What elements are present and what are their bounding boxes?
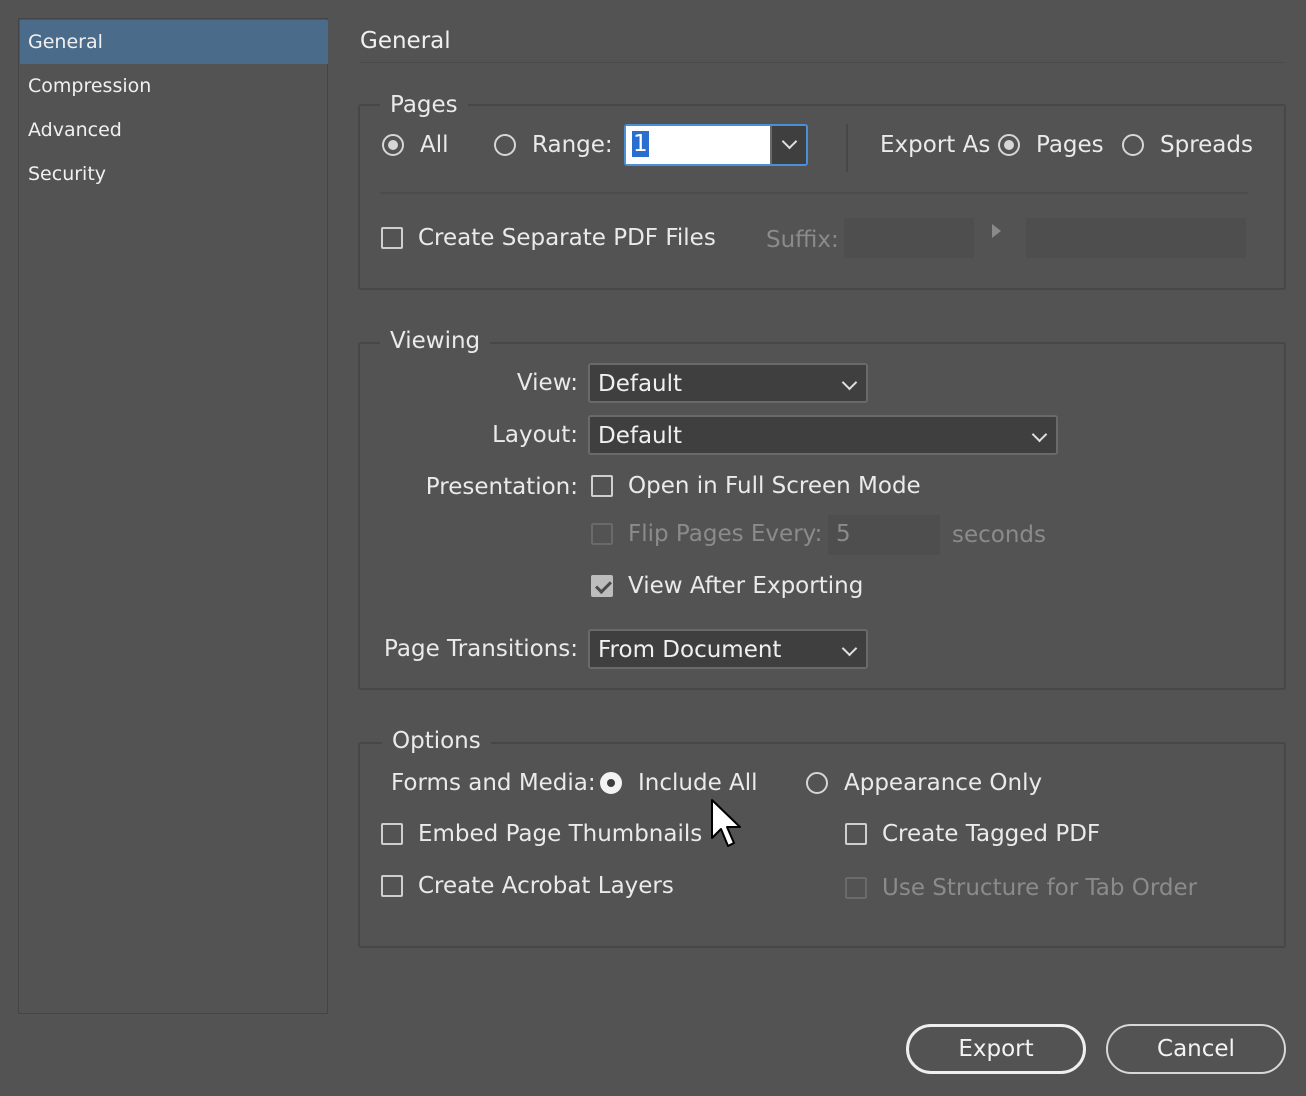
fullscreen-checkbox[interactable] bbox=[591, 475, 613, 497]
layout-dropdown[interactable]: Default bbox=[588, 415, 1058, 455]
chevron-down-icon bbox=[841, 640, 858, 657]
view-after-label: View After Exporting bbox=[628, 573, 864, 599]
tagged-pdf-checkbox[interactable] bbox=[845, 823, 867, 845]
all-label: All bbox=[420, 132, 449, 158]
view-label: View: bbox=[516, 370, 578, 396]
appearance-only-label: Appearance Only bbox=[844, 770, 1043, 796]
flip-seconds-input[interactable]: 5 bbox=[828, 515, 940, 555]
layout-label: Layout: bbox=[492, 422, 578, 448]
include-all-label: Include All bbox=[638, 770, 758, 796]
range-label: Range: bbox=[532, 132, 613, 158]
forms-media-label: Forms and Media: bbox=[391, 770, 596, 796]
include-all-radio[interactable] bbox=[600, 772, 622, 794]
separate-pdf-label: Create Separate PDF Files bbox=[418, 225, 716, 251]
chevron-down-icon bbox=[841, 374, 858, 391]
sidebar: General Compression Advanced Security bbox=[18, 18, 328, 1014]
range-radio[interactable] bbox=[494, 134, 516, 156]
sidebar-item-general[interactable]: General bbox=[20, 20, 328, 64]
thumbnails-checkbox[interactable] bbox=[381, 823, 403, 845]
presentation-label: Presentation: bbox=[425, 474, 578, 500]
page-title: General bbox=[360, 28, 451, 54]
separator bbox=[846, 124, 848, 172]
spreads-radio[interactable] bbox=[1122, 134, 1144, 156]
pages-group bbox=[358, 104, 1286, 290]
thumbnails-label: Embed Page Thumbnails bbox=[418, 821, 703, 847]
range-dropdown-button[interactable] bbox=[770, 126, 806, 164]
range-value: 1 bbox=[632, 131, 649, 157]
viewing-legend: Viewing bbox=[380, 328, 491, 354]
tab-order-checkbox[interactable] bbox=[845, 877, 867, 899]
flip-seconds-value: 5 bbox=[836, 521, 851, 547]
title-divider bbox=[360, 62, 1285, 63]
pages-divider bbox=[380, 192, 1248, 194]
suffix-input[interactable] bbox=[844, 218, 974, 258]
sidebar-item-compression[interactable]: Compression bbox=[20, 64, 328, 108]
tagged-pdf-label: Create Tagged PDF bbox=[882, 821, 1101, 847]
mouse-cursor-icon bbox=[711, 799, 741, 847]
triangle-right-icon[interactable] bbox=[992, 224, 1001, 238]
suffix-label: Suffix: bbox=[766, 227, 839, 253]
transitions-value: From Document bbox=[598, 637, 782, 663]
cancel-button[interactable]: Cancel bbox=[1106, 1024, 1286, 1074]
sidebar-item-advanced[interactable]: Advanced bbox=[20, 108, 328, 152]
acrobat-layers-label: Create Acrobat Layers bbox=[418, 873, 674, 899]
pages-radio-label: Pages bbox=[1036, 132, 1104, 158]
view-value: Default bbox=[598, 371, 683, 397]
chevron-down-icon bbox=[1031, 426, 1048, 443]
sidebar-item-security[interactable]: Security bbox=[20, 152, 328, 196]
range-input[interactable]: 1 bbox=[626, 126, 770, 164]
pages-radio[interactable] bbox=[998, 134, 1020, 156]
range-combo[interactable]: 1 bbox=[624, 124, 808, 166]
spreads-label: Spreads bbox=[1160, 132, 1253, 158]
view-dropdown[interactable]: Default bbox=[588, 363, 868, 403]
view-after-checkbox[interactable] bbox=[591, 575, 613, 597]
transitions-dropdown[interactable]: From Document bbox=[588, 629, 868, 669]
all-radio[interactable] bbox=[382, 134, 404, 156]
export-button[interactable]: Export bbox=[906, 1024, 1086, 1074]
export-as-label: Export As bbox=[880, 132, 991, 158]
transitions-label: Page Transitions: bbox=[384, 636, 578, 662]
flip-pages-checkbox[interactable] bbox=[591, 523, 613, 545]
pages-legend: Pages bbox=[380, 92, 468, 118]
flip-pages-label: Flip Pages Every: bbox=[628, 521, 823, 547]
acrobat-layers-checkbox[interactable] bbox=[381, 875, 403, 897]
chevron-down-icon bbox=[781, 133, 798, 150]
suffix-token-field[interactable] bbox=[1026, 218, 1246, 258]
separate-pdf-checkbox[interactable] bbox=[381, 227, 403, 249]
seconds-label: seconds bbox=[952, 522, 1047, 548]
appearance-only-radio[interactable] bbox=[806, 772, 828, 794]
tab-order-label: Use Structure for Tab Order bbox=[882, 875, 1198, 901]
fullscreen-label: Open in Full Screen Mode bbox=[628, 473, 921, 499]
layout-value: Default bbox=[598, 423, 683, 449]
options-legend: Options bbox=[382, 728, 491, 754]
